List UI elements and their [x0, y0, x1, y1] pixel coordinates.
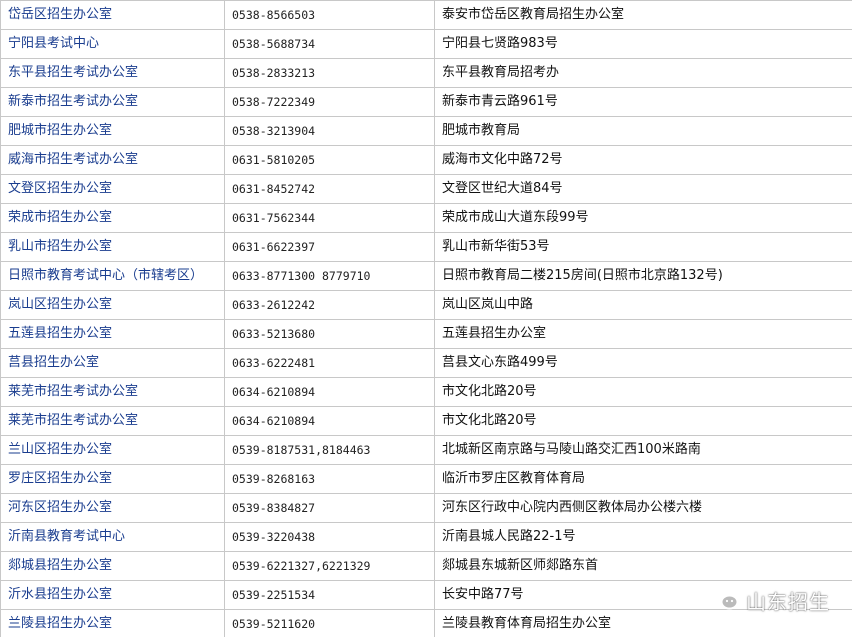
office-cell: 沂水县招生办公室 — [0, 580, 225, 610]
table-row: 兰山区招生办公室 0539-8187531,8184463 北城新区南京路与马陵山路… — [0, 435, 852, 465]
address-cell: 威海市文化中路72号 — [434, 145, 852, 175]
phone-cell: 0539-8268163 — [224, 464, 435, 494]
office-cell: 荣成市招生办公室 — [0, 203, 225, 233]
table-row: 荣成市招生办公室 0631-7562344 荣成市成山大道东段99号 — [0, 203, 852, 233]
table-row: 莱芜市招生考试办公室 0634-6210894 市文化北路20号 — [0, 377, 852, 407]
address-cell: 郯城县东城新区师郯路东首 — [434, 551, 852, 581]
office-cell: 肥城市招生办公室 — [0, 116, 225, 146]
phone-cell: 0633-2612242 — [224, 290, 435, 320]
address-cell: 新泰市青云路961号 — [434, 87, 852, 117]
table-row: 肥城市招生办公室 0538-3213904 肥城市教育局 — [0, 116, 852, 146]
table-row: 乳山市招生办公室 0631-6622397 乳山市新华街53号 — [0, 232, 852, 262]
office-cell: 罗庄区招生办公室 — [0, 464, 225, 494]
address-cell: 沂南县城人民路22-1号 — [434, 522, 852, 552]
phone-cell: 0539-5211620 — [224, 609, 435, 637]
office-cell: 威海市招生考试办公室 — [0, 145, 225, 175]
table-row: 威海市招生考试办公室 0631-5810205 威海市文化中路72号 — [0, 145, 852, 175]
table-row: 东平县招生考试办公室 0538-2833213 东平县教育局招考办 — [0, 58, 852, 88]
address-cell: 肥城市教育局 — [434, 116, 852, 146]
office-cell: 宁阳县考试中心 — [0, 29, 225, 59]
address-cell: 乳山市新华街53号 — [434, 232, 852, 262]
table-row: 新泰市招生考试办公室 0538-7222349 新泰市青云路961号 — [0, 87, 852, 117]
phone-cell: 0631-8452742 — [224, 174, 435, 204]
address-cell: 泰安市岱岳区教育局招生办公室 — [434, 0, 852, 30]
watermark-text: 山东招生 — [746, 589, 830, 614]
phone-cell: 0631-7562344 — [224, 203, 435, 233]
address-cell: 北城新区南京路与马陵山路交汇西100米路南 — [434, 435, 852, 465]
address-cell: 莒县文心东路499号 — [434, 348, 852, 378]
address-cell: 宁阳县七贤路983号 — [434, 29, 852, 59]
phone-cell: 0538-7222349 — [224, 87, 435, 117]
address-cell: 岚山区岚山中路 — [434, 290, 852, 320]
table-row: 宁阳县考试中心 0538-5688734 宁阳县七贤路983号 — [0, 29, 852, 59]
table-row: 莱芜市招生考试办公室 0634-6210894 市文化北路20号 — [0, 406, 852, 436]
table-row: 河东区招生办公室 0539-8384827 河东区行政中心院内西侧区教体局办公楼六楼 — [0, 493, 852, 523]
phone-cell: 0631-6622397 — [224, 232, 435, 262]
table-row: 岱岳区招生办公室 0538-8566503 泰安市岱岳区教育局招生办公室 — [0, 0, 852, 30]
address-cell: 临沂市罗庄区教育体育局 — [434, 464, 852, 494]
address-cell: 日照市教育局二楼215房间(日照市北京路132号) — [434, 261, 852, 291]
address-cell: 荣成市成山大道东段99号 — [434, 203, 852, 233]
contact-table: 岱岳区招生办公室 0538-8566503 泰安市岱岳区教育局招生办公室 宁阳县考试中… — [0, 0, 852, 637]
table-row: 郯城县招生办公室 0539-6221327,6221329 郯城县东城新区师郯路东首 — [0, 551, 852, 581]
address-cell: 东平县教育局招考办 — [434, 58, 852, 88]
office-cell: 岚山区招生办公室 — [0, 290, 225, 320]
phone-cell: 0634-6210894 — [224, 406, 435, 436]
table-row: 文登区招生办公室 0631-8452742 文登区世纪大道84号 — [0, 174, 852, 204]
phone-cell: 0539-2251534 — [224, 580, 435, 610]
phone-cell: 0539-8187531,8184463 — [224, 435, 435, 465]
office-cell: 文登区招生办公室 — [0, 174, 225, 204]
office-cell: 五莲县招生办公室 — [0, 319, 225, 349]
table-row: 莒县招生办公室 0633-6222481 莒县文心东路499号 — [0, 348, 852, 378]
office-cell: 莒县招生办公室 — [0, 348, 225, 378]
address-cell: 河东区行政中心院内西侧区教体局办公楼六楼 — [434, 493, 852, 523]
phone-cell: 0539-6221327,6221329 — [224, 551, 435, 581]
table-row: 五莲县招生办公室 0633-5213680 五莲县招生办公室 — [0, 319, 852, 349]
phone-cell: 0538-3213904 — [224, 116, 435, 146]
phone-cell: 0633-6222481 — [224, 348, 435, 378]
phone-cell: 0631-5810205 — [224, 145, 435, 175]
office-cell: 东平县招生考试办公室 — [0, 58, 225, 88]
table-row: 罗庄区招生办公室 0539-8268163 临沂市罗庄区教育体育局 — [0, 464, 852, 494]
address-cell: 五莲县招生办公室 — [434, 319, 852, 349]
office-cell: 河东区招生办公室 — [0, 493, 225, 523]
office-cell: 郯城县招生办公室 — [0, 551, 225, 581]
phone-cell: 0538-2833213 — [224, 58, 435, 88]
office-cell: 日照市教育考试中心（市辖考区） — [0, 261, 225, 291]
phone-cell: 0539-3220438 — [224, 522, 435, 552]
contact-table-body: 岱岳区招生办公室 0538-8566503 泰安市岱岳区教育局招生办公室 宁阳县考试中… — [0, 0, 852, 637]
wechat-icon — [710, 588, 740, 612]
phone-cell: 0538-8566503 — [224, 0, 435, 30]
office-cell: 莱芜市招生考试办公室 — [0, 377, 225, 407]
office-cell: 新泰市招生考试办公室 — [0, 87, 225, 117]
phone-cell: 0634-6210894 — [224, 377, 435, 407]
phone-cell: 0539-8384827 — [224, 493, 435, 523]
office-cell: 乳山市招生办公室 — [0, 232, 225, 262]
office-cell: 兰山区招生办公室 — [0, 435, 225, 465]
address-cell: 文登区世纪大道84号 — [434, 174, 852, 204]
office-cell: 岱岳区招生办公室 — [0, 0, 225, 30]
address-cell: 市文化北路20号 — [434, 377, 852, 407]
phone-cell: 0633-5213680 — [224, 319, 435, 349]
table-row: 日照市教育考试中心（市辖考区） 0633-8771300 8779710 日照市教育… — [0, 261, 852, 291]
table-row: 沂南县教育考试中心 0539-3220438 沂南县城人民路22-1号 — [0, 522, 852, 552]
phone-cell: 0538-5688734 — [224, 29, 435, 59]
phone-cell: 0633-8771300 8779710 — [224, 261, 435, 291]
office-cell: 莱芜市招生考试办公室 — [0, 406, 225, 436]
table-row: 岚山区招生办公室 0633-2612242 岚山区岚山中路 — [0, 290, 852, 320]
office-cell: 沂南县教育考试中心 — [0, 522, 225, 552]
address-cell: 市文化北路20号 — [434, 406, 852, 436]
watermark: 山东招生 — [710, 586, 830, 614]
office-cell: 兰陵县招生办公室 — [0, 609, 225, 637]
